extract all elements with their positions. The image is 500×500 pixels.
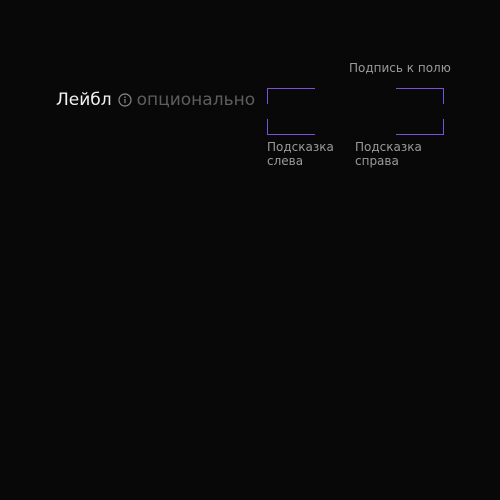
hint-left: Подсказка слева xyxy=(267,140,334,168)
info-icon[interactable] xyxy=(118,93,132,107)
hint-right: Подсказка справа xyxy=(355,140,422,168)
focus-corner-top-left xyxy=(267,88,315,104)
focus-corner-top-right xyxy=(396,88,444,104)
focus-corner-bottom-right xyxy=(396,119,444,135)
label-row: Лейбл опционально xyxy=(56,88,255,112)
optional-label: опционально xyxy=(136,90,256,110)
field-caption: Подпись к полю xyxy=(349,61,451,75)
stage: Подпись к полю Лейбл опционально Подсказ… xyxy=(0,0,500,500)
field-label: Лейбл xyxy=(56,90,112,110)
text-input-field[interactable] xyxy=(267,88,444,135)
focus-corner-bottom-left xyxy=(267,119,315,135)
